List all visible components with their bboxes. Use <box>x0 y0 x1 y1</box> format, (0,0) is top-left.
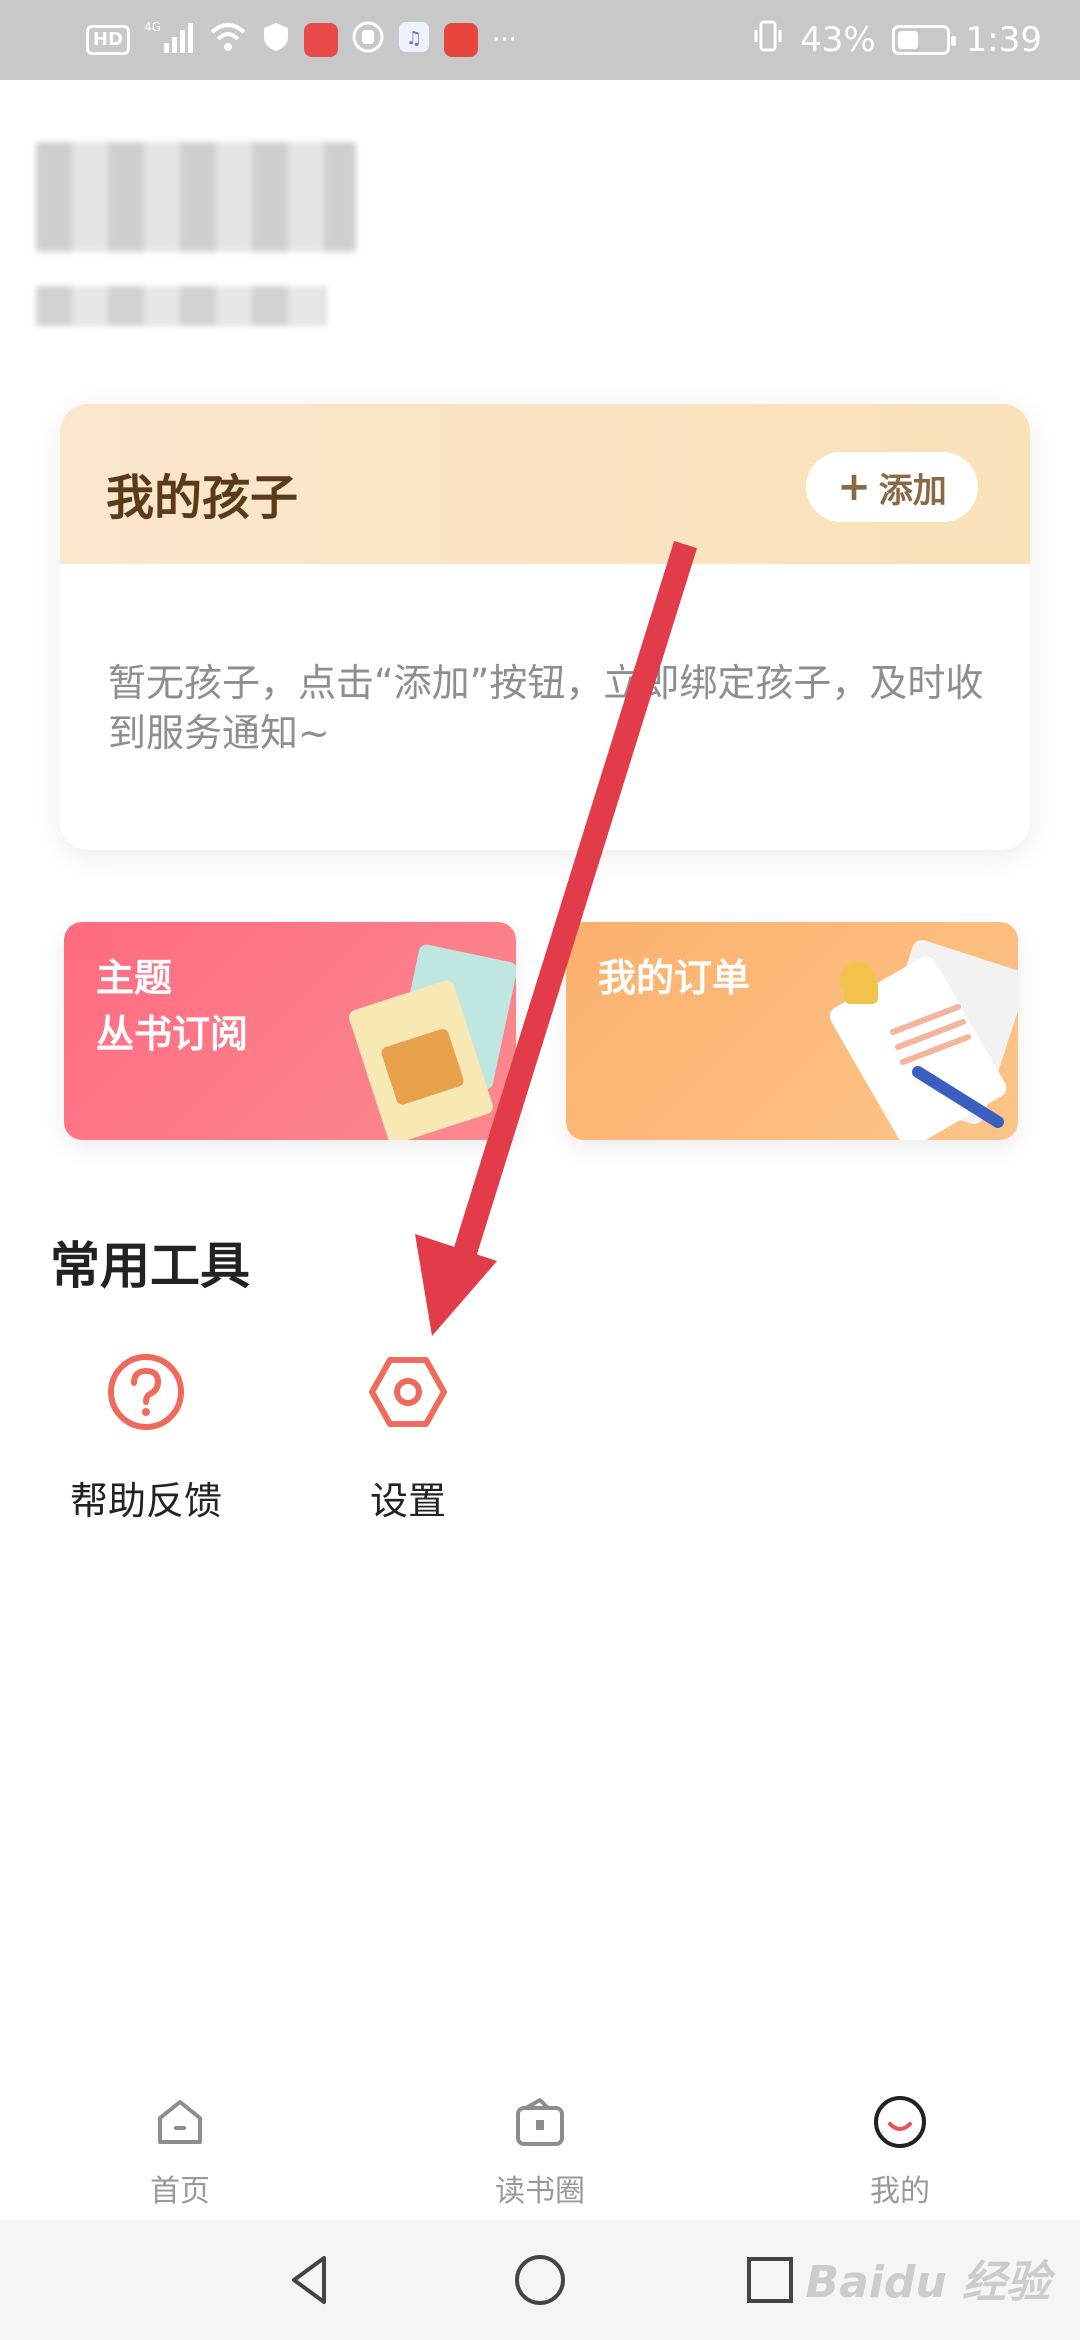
baidu-watermark: Baidu 经验 <box>805 2257 1050 2308</box>
my-children-card: 我的孩子 + 添加 暂无孩子，点击“添加”按钮，立即绑定孩子，及时收到服务通知~ <box>60 404 1030 850</box>
theme-tile-text: 主题 丛书订阅 <box>96 950 248 1062</box>
battery-fill <box>897 31 918 49</box>
home-circle-icon[interactable] <box>510 2250 570 2310</box>
children-empty-message: 暂无孩子，点击“添加”按钮，立即绑定孩子，及时收到服务通知~ <box>108 661 984 755</box>
hd-badge: HD <box>86 25 131 55</box>
help-feedback-label: 帮助反馈 <box>69 1479 222 1523</box>
clock: 1:39 <box>965 20 1042 60</box>
battery-percent: 43% <box>800 20 876 60</box>
vibrate-icon <box>752 18 784 63</box>
clipboard-pen-icon <box>829 939 1018 1140</box>
children-card-title: 我的孩子 <box>106 470 299 526</box>
help-feedback-tool[interactable]: 帮助反馈 <box>46 1350 246 1525</box>
svg-text:♫: ♫ <box>406 28 422 49</box>
svg-text:4G: 4G <box>144 20 161 34</box>
nav-reading-label: 读书圈 <box>495 2174 585 2209</box>
nav-home[interactable]: 首页 <box>80 2092 280 2210</box>
question-circle-icon <box>108 1354 184 1430</box>
battery-icon <box>891 25 956 55</box>
theme-tile-line1: 主题 <box>96 956 173 1000</box>
status-left: HD 4G ♫ ··· <box>86 18 517 62</box>
news-app-icon <box>444 23 479 57</box>
children-card-header: 我的孩子 + 添加 <box>60 404 1030 564</box>
hand-icon <box>352 21 384 60</box>
avatar-name-blur <box>36 142 356 252</box>
shield-icon <box>262 21 290 60</box>
plus-icon: + <box>837 464 871 510</box>
nav-mine[interactable]: 我的 <box>800 2092 1000 2210</box>
nav-home-label: 首页 <box>150 2174 210 2209</box>
status-right: 43% 1:39 <box>752 18 1042 62</box>
smile-face-icon <box>874 2096 926 2148</box>
profile-subtitle-blur <box>36 286 326 326</box>
signal-icon: 4G <box>144 19 194 62</box>
system-nav-bar: Baidu 经验 <box>0 2220 1080 2340</box>
settings-label: 设置 <box>369 1479 446 1523</box>
more-notifications: ··· <box>492 25 517 55</box>
add-child-button[interactable]: + 添加 <box>806 452 978 522</box>
theme-tile-line2: 丛书订阅 <box>96 1012 249 1056</box>
add-child-label: 添加 <box>878 470 947 511</box>
common-tools-title: 常用工具 <box>50 1237 250 1295</box>
wifi-icon <box>208 20 248 61</box>
back-triangle-icon[interactable] <box>280 2250 340 2310</box>
red-arrow-annotation <box>415 540 698 1336</box>
music-app-icon: ♫ <box>398 21 430 60</box>
settings-tool[interactable]: 设置 <box>308 1350 508 1525</box>
nav-reading-circle[interactable]: 读书圈 <box>440 2092 640 2210</box>
theme-subscription-tile[interactable]: 主题 丛书订阅 <box>64 922 516 1140</box>
huawei-app-icon <box>304 23 339 57</box>
orders-tile-label: 我的订单 <box>598 956 751 1000</box>
my-orders-tile[interactable]: 我的订单 <box>566 922 1018 1140</box>
hexagon-gear-icon <box>369 1357 447 1427</box>
bottom-nav: 首页 读书圈 我的 <box>0 2070 1080 2220</box>
books-illustration-icon <box>349 944 516 1140</box>
nav-mine-label: 我的 <box>870 2174 930 2209</box>
house-icon <box>158 2100 202 2144</box>
book-box-icon <box>516 2098 564 2146</box>
status-bar: HD 4G ♫ ··· 43% 1:39 <box>0 0 1080 80</box>
recents-square-icon[interactable] <box>740 2250 800 2310</box>
